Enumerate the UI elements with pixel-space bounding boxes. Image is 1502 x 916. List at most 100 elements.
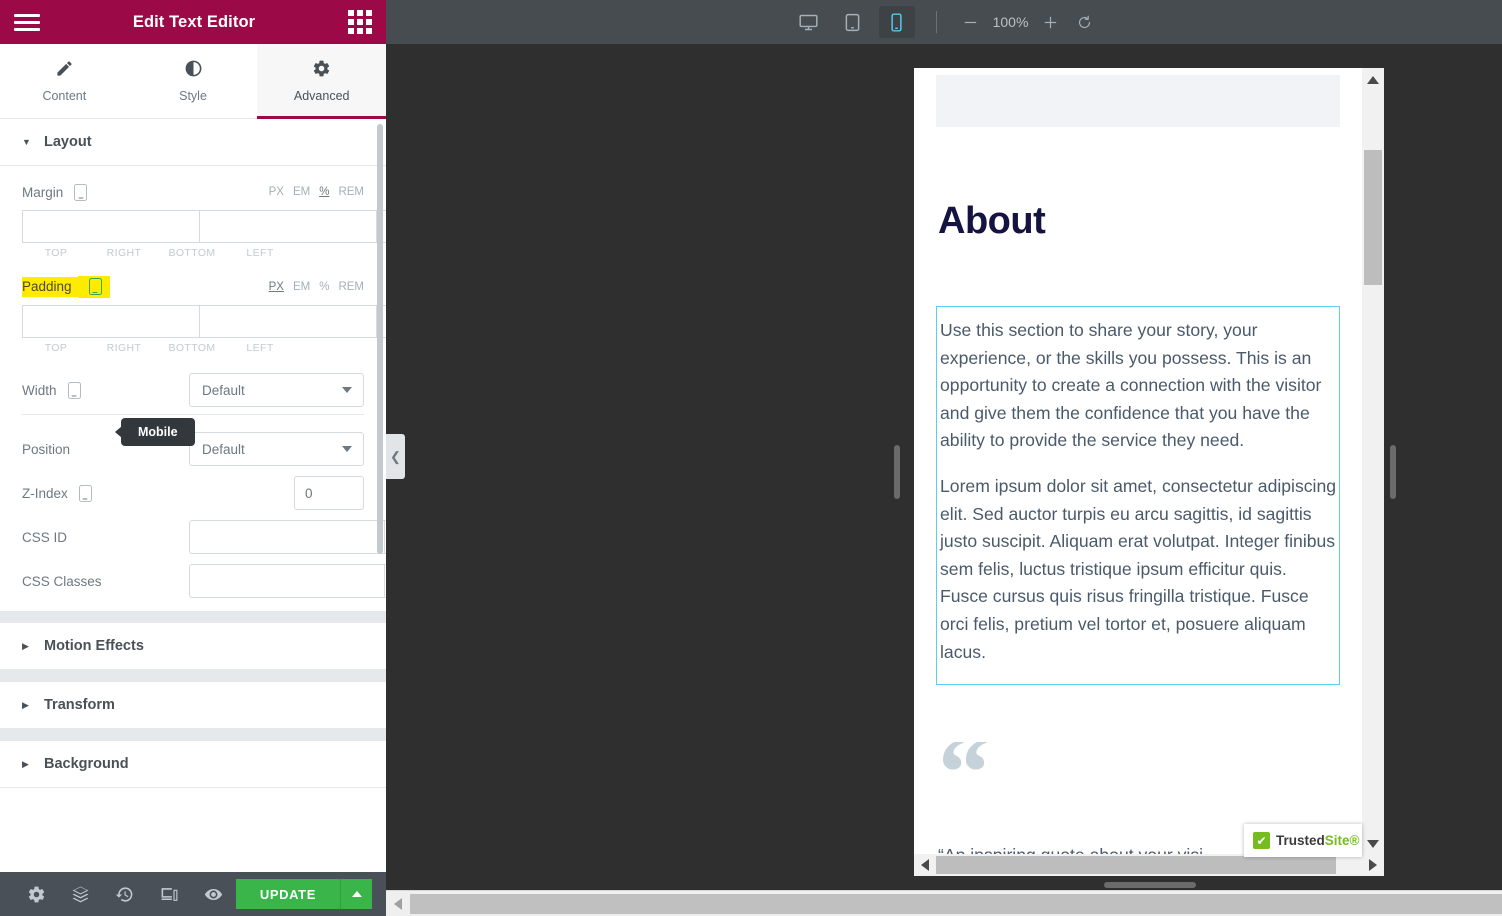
navigator-layers-icon[interactable] [58,885,102,904]
section-gap [0,611,386,623]
section-background-label: Background [44,756,129,772]
z-index-control: Z-Index [22,473,364,513]
width-value: Default [202,382,245,398]
device-tablet-button[interactable] [835,6,871,38]
zoom-in-button[interactable] [1034,7,1068,37]
padding-top-input[interactable] [22,305,199,338]
settings-gear-icon[interactable] [14,885,58,904]
tab-content[interactable]: Content [0,44,129,118]
width-label: Width [22,382,57,398]
preview-horizontal-scrollbar[interactable] [914,854,1384,876]
update-options-button[interactable] [340,879,372,909]
preview-horizontal-scrollbar-thumb[interactable] [936,856,1336,874]
caret-down-icon: ▼ [22,137,31,147]
z-index-responsive-toggle[interactable] [68,484,92,502]
chevron-down-icon [342,446,352,452]
update-button-group: UPDATE [235,879,372,909]
margin-responsive-toggle[interactable] [63,183,88,201]
trustedsite-badge[interactable]: ✔ TrustedSite® [1244,824,1362,857]
responsive-mode-tooltip: Mobile [121,418,195,446]
trustedsite-label-part1: Trusted [1276,832,1325,848]
device-mobile-button[interactable] [878,6,915,38]
margin-bottom-label: BOTTOM [168,247,216,259]
device-desktop-button[interactable] [791,6,827,38]
section-motion-effects-header[interactable]: ▶ Motion Effects [0,623,386,670]
z-index-input[interactable] [294,476,364,510]
preview-heading: About [938,200,1046,242]
margin-label: Margin [22,184,64,200]
window-horizontal-scrollbar-thumb[interactable] [410,894,1502,914]
width-responsive-toggle[interactable] [57,381,81,399]
section-layout-header[interactable]: ▼ Layout [0,119,386,166]
responsive-mode-icon[interactable] [147,885,191,904]
hamburger-menu-icon[interactable] [14,13,40,31]
mobile-device-icon [78,484,92,502]
padding-unit-rem[interactable]: REM [338,281,364,293]
mobile-device-icon [67,381,81,399]
section-transform-header[interactable]: ▶ Transform [0,682,386,729]
margin-unit-percent[interactable]: % [319,186,329,198]
padding-label-spacer [294,342,364,354]
section-motion-effects-label: Motion Effects [44,638,144,654]
scroll-right-arrow-icon[interactable] [1369,859,1377,871]
zoom-reset-button[interactable] [1068,7,1102,37]
gear-icon [312,59,331,81]
css-classes-input[interactable] [189,564,384,598]
css-classes-field-wrap [189,564,386,598]
margin-top-input[interactable] [22,210,199,243]
margin-unit-em[interactable]: EM [293,186,310,198]
scroll-down-arrow-icon[interactable] [1367,840,1379,848]
section-layout-label: Layout [44,134,92,150]
padding-unit-px[interactable]: PX [269,281,284,293]
padding-responsive-toggle[interactable] [77,276,110,298]
tab-advanced[interactable]: Advanced [257,44,387,119]
padding-label: Padding [22,277,78,297]
margin-right-input[interactable] [199,210,376,243]
panel-collapse-handle[interactable]: ❮ [386,434,405,479]
dynamic-tags-icon[interactable] [384,564,386,598]
mobile-icon [891,12,902,32]
panel-footer-toolbar: UPDATE [0,872,386,916]
position-select-wrap: Default [189,432,364,466]
padding-right-input[interactable] [199,305,376,338]
width-select[interactable]: Default [189,373,364,407]
preview-eye-icon[interactable] [192,885,236,904]
grid-apps-icon[interactable] [348,10,372,34]
update-button[interactable]: UPDATE [235,879,340,909]
chevron-left-icon: ❮ [390,448,401,464]
tab-style[interactable]: Style [129,44,258,118]
canvas-resize-handle-right[interactable] [1390,445,1396,499]
mobile-preview-frame: About Use this section to share your sto… [914,68,1384,876]
desktop-icon [799,14,818,30]
selected-text-editor-widget[interactable]: Use this section to share your story, yo… [936,306,1340,686]
css-id-input[interactable] [189,520,384,554]
pencil-icon [55,59,74,81]
history-clock-icon[interactable] [103,885,147,904]
section-background-header[interactable]: ▶ Background [0,741,386,788]
zoom-out-button[interactable] [954,7,988,37]
canvas-resize-handle-bottom[interactable] [1104,882,1196,888]
plus-icon [1044,16,1057,28]
z-index-field-wrap [294,476,364,510]
scroll-up-arrow-icon[interactable] [1367,76,1379,84]
canvas-resize-handle-left[interactable] [894,445,900,499]
dynamic-tags-icon[interactable] [384,520,386,554]
scroll-left-arrow-icon[interactable] [921,859,929,871]
scroll-left-arrow-icon[interactable] [394,897,402,910]
margin-unit-rem[interactable]: REM [338,186,364,198]
padding-unit-em[interactable]: EM [293,281,310,293]
panel-scrollbar-thumb[interactable] [377,124,383,554]
position-select[interactable]: Default [189,432,364,466]
preview-vertical-scrollbar-thumb[interactable] [1364,150,1382,285]
preview-vertical-scrollbar[interactable] [1362,68,1384,854]
tablet-icon [845,13,860,31]
section-gap [0,729,386,741]
preview-quote-mark-icon: “ [938,742,990,809]
preview-paragraph-1: Use this section to share your story, yo… [940,320,1322,451]
margin-label-spacer [294,247,364,259]
caret-right-icon: ▶ [22,758,29,769]
window-horizontal-scrollbar[interactable] [386,890,1502,916]
margin-unit-px[interactable]: PX [269,186,284,198]
padding-unit-percent[interactable]: % [319,281,329,293]
trustedsite-label-part2: Site® [1324,832,1360,848]
